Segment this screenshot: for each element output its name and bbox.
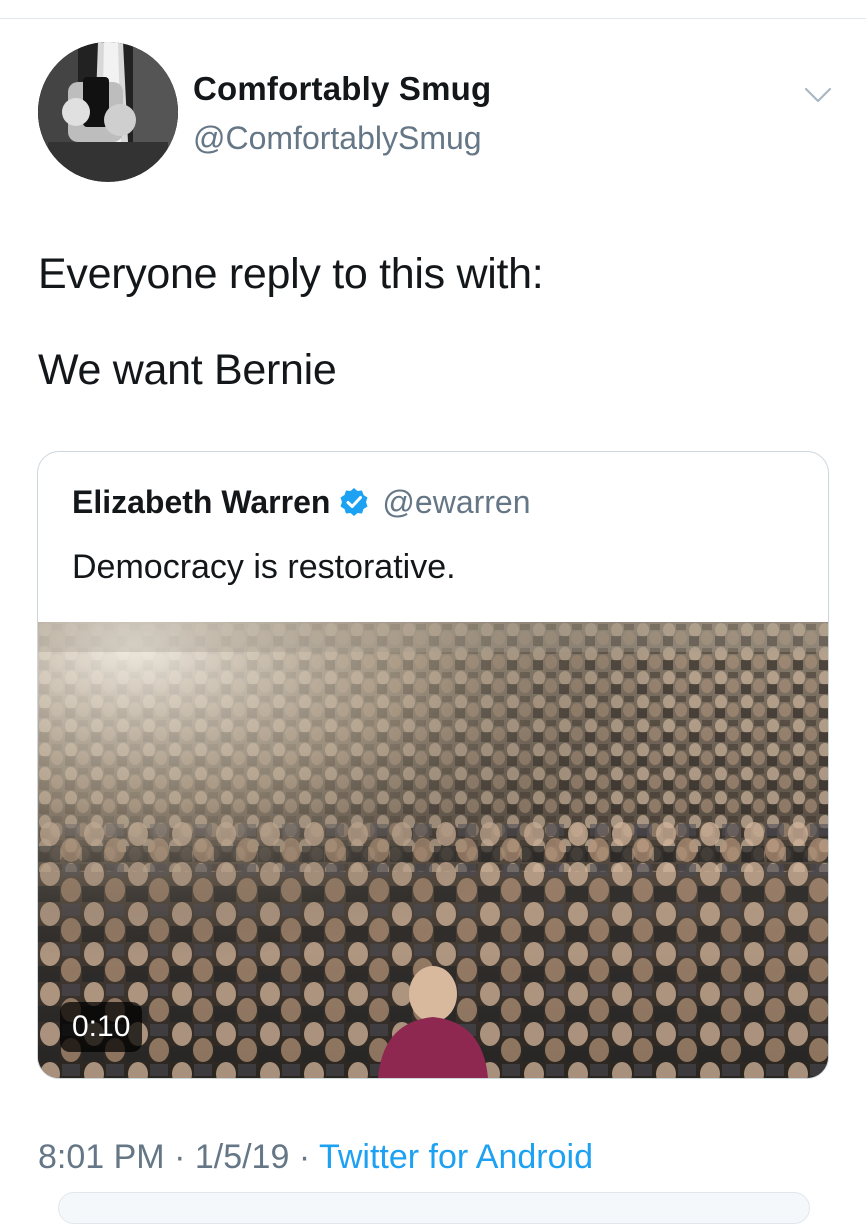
meta-separator: ·	[289, 1138, 319, 1176]
quoted-author-handle: @ewarren	[382, 483, 531, 520]
meta-separator: ·	[164, 1138, 195, 1176]
quoted-tweet-card[interactable]: Elizabeth Warren @ewarren Democracy is r…	[37, 451, 829, 1079]
video-duration-badge: 0:10	[60, 1002, 143, 1052]
chevron-down-icon[interactable]	[800, 80, 836, 110]
author-display-name[interactable]: Comfortably Smug	[193, 70, 491, 108]
tweet-source-link[interactable]: Twitter for Android	[319, 1138, 593, 1176]
quoted-tweet-video[interactable]: 0:10	[38, 622, 828, 1078]
verified-badge-icon	[340, 488, 368, 516]
quoted-tweet-text: Democracy is restorative.	[72, 548, 456, 586]
tweet-meta: 8:01 PM · 1/5/19 · Twitter for Android	[38, 1138, 593, 1177]
quoted-tweet-header: Elizabeth Warren @ewarren	[72, 482, 531, 522]
top-divider	[0, 18, 866, 19]
tweet-text-line-2: We want Bernie	[38, 346, 337, 394]
author-handle[interactable]: @ComfortablySmug	[193, 120, 482, 157]
tweet-time: 8:01 PM	[38, 1138, 165, 1176]
quoted-author-name: Elizabeth Warren	[72, 483, 331, 520]
author-avatar[interactable]	[38, 42, 178, 182]
crowd-video-frame	[38, 622, 828, 1078]
tweet-date: 1/5/19	[194, 1138, 290, 1176]
avatar-photo	[38, 42, 178, 182]
tweet-text-line-1: Everyone reply to this with:	[38, 250, 544, 298]
bottom-bar	[58, 1192, 810, 1224]
